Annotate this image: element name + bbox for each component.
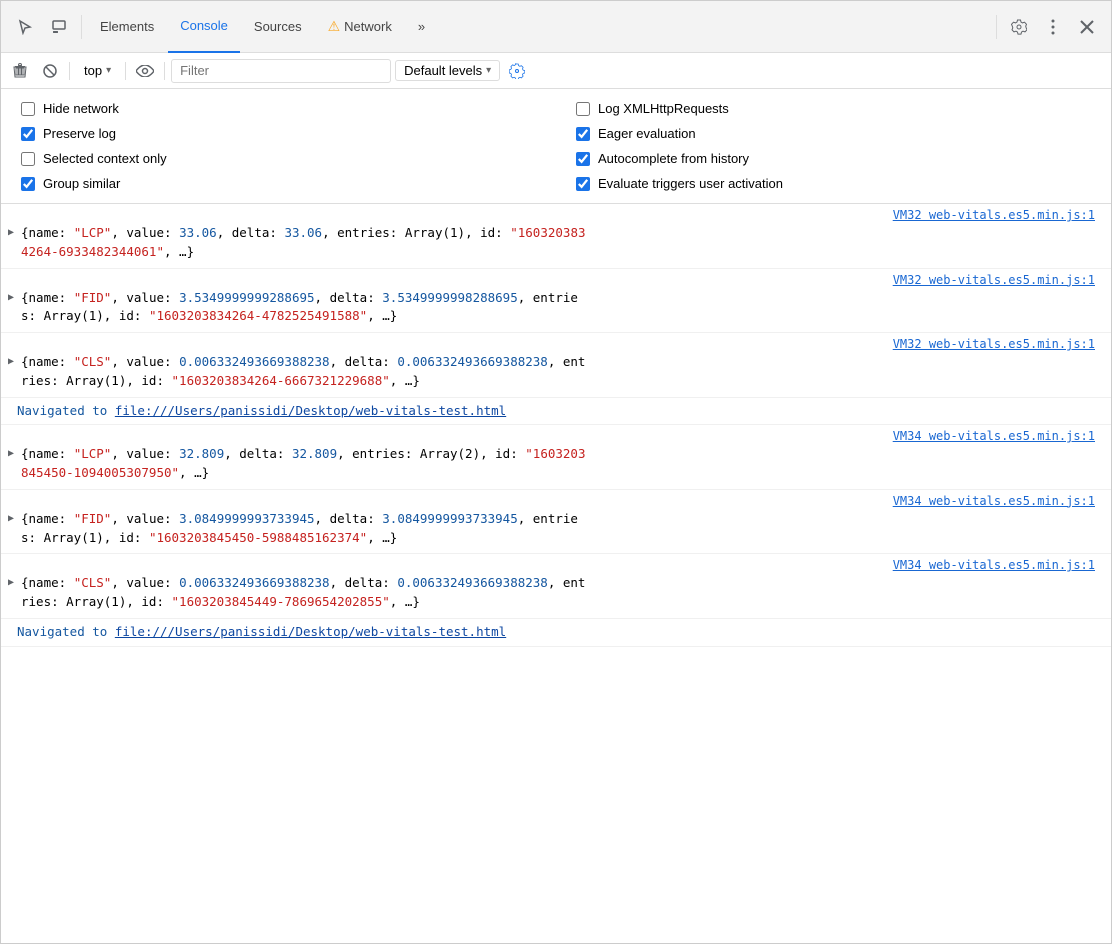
console-toolbar: top ▾ Default levels ▾: [1, 53, 1111, 89]
log-content: ▶ {name: "LCP", value: 33.06, delta: 33.…: [1, 222, 1111, 264]
navigation-entry: Navigated to file:///Users/panissidi/Des…: [1, 398, 1111, 426]
chevron-down-icon: ▾: [486, 65, 491, 76]
navigation-entry: Navigated to file:///Users/panissidi/Des…: [1, 619, 1111, 647]
devtools-tab-bar: Elements Console Sources ⚠ Network »: [1, 1, 1111, 53]
log-source[interactable]: VM34 web-vitals.es5.min.js:1: [1, 429, 1111, 443]
eager-eval-checkbox[interactable]: [576, 127, 590, 141]
setting-log-xml: Log XMLHttpRequests: [576, 101, 1091, 116]
cursor-icon[interactable]: [9, 11, 41, 43]
setting-autocomplete: Autocomplete from history: [576, 151, 1091, 166]
expand-icon[interactable]: ▶: [1, 353, 21, 369]
log-source[interactable]: VM32 web-vitals.es5.min.js:1: [1, 337, 1111, 351]
selected-context-label[interactable]: Selected context only: [43, 151, 167, 166]
log-text: {name: "CLS", value: 0.00633249366938823…: [21, 353, 1095, 391]
autocomplete-checkbox[interactable]: [576, 152, 590, 166]
log-content: ▶ {name: "FID", value: 3.084999999373394…: [1, 508, 1111, 550]
devtools-actions: [1003, 11, 1103, 43]
toolbar-divider-3: [164, 62, 165, 80]
log-xml-checkbox[interactable]: [576, 102, 590, 116]
log-source[interactable]: VM32 web-vitals.es5.min.js:1: [1, 208, 1111, 222]
expand-icon[interactable]: ▶: [1, 224, 21, 240]
group-similar-checkbox[interactable]: [21, 177, 35, 191]
clear-console-button[interactable]: [7, 58, 33, 84]
log-entry: VM32 web-vitals.es5.min.js:1 ▶ {name: "C…: [1, 333, 1111, 398]
eye-icon[interactable]: [132, 58, 158, 84]
log-content: ▶ {name: "LCP", value: 32.809, delta: 32…: [1, 443, 1111, 485]
eval-triggers-checkbox[interactable]: [576, 177, 590, 191]
navigation-url[interactable]: file:///Users/panissidi/Desktop/web-vita…: [115, 403, 506, 418]
log-text: {name: "FID", value: 3.0849999993733945,…: [21, 510, 1095, 548]
group-similar-label[interactable]: Group similar: [43, 176, 120, 191]
expand-icon[interactable]: ▶: [1, 289, 21, 305]
log-text: {name: "FID", value: 3.5349999999288695,…: [21, 289, 1095, 327]
setting-eager-eval: Eager evaluation: [576, 126, 1091, 141]
log-entry: VM34 web-vitals.es5.min.js:1 ▶ {name: "L…: [1, 425, 1111, 490]
expand-icon[interactable]: ▶: [1, 445, 21, 461]
log-text: {name: "CLS", value: 0.00633249366938823…: [21, 574, 1095, 612]
setting-selected-context: Selected context only: [21, 151, 536, 166]
tab-more[interactable]: »: [406, 1, 437, 53]
eager-eval-label[interactable]: Eager evaluation: [598, 126, 696, 141]
log-entry: VM34 web-vitals.es5.min.js:1 ▶ {name: "C…: [1, 554, 1111, 619]
log-text: {name: "LCP", value: 32.809, delta: 32.8…: [21, 445, 1095, 483]
log-text: {name: "LCP", value: 33.06, delta: 33.06…: [21, 224, 1095, 262]
log-entry: VM32 web-vitals.es5.min.js:1 ▶ {name: "F…: [1, 269, 1111, 334]
hide-network-checkbox[interactable]: [21, 102, 35, 116]
console-settings-button[interactable]: [504, 58, 530, 84]
log-source[interactable]: VM34 web-vitals.es5.min.js:1: [1, 494, 1111, 508]
hide-network-label[interactable]: Hide network: [43, 101, 119, 116]
tab-sources[interactable]: Sources: [242, 1, 314, 53]
toolbar-divider-2: [125, 62, 126, 80]
log-source[interactable]: VM34 web-vitals.es5.min.js:1: [1, 558, 1111, 572]
tab-separator-right: [996, 15, 997, 39]
log-entry: VM32 web-vitals.es5.min.js:1 ▶ {name: "L…: [1, 204, 1111, 269]
filter-input[interactable]: [171, 59, 391, 83]
expand-icon[interactable]: ▶: [1, 574, 21, 590]
log-content: ▶ {name: "CLS", value: 0.006332493669388…: [1, 351, 1111, 393]
preserve-log-label[interactable]: Preserve log: [43, 126, 116, 141]
devtools-settings-button[interactable]: [1003, 11, 1035, 43]
tab-console[interactable]: Console: [168, 1, 240, 53]
console-settings-panel: Hide network Log XMLHttpRequests Preserv…: [1, 89, 1111, 204]
block-icon[interactable]: [37, 58, 63, 84]
tab-separator: [81, 15, 82, 39]
devtools-close-button[interactable]: [1071, 11, 1103, 43]
log-xml-label[interactable]: Log XMLHttpRequests: [598, 101, 729, 116]
log-source[interactable]: VM32 web-vitals.es5.min.js:1: [1, 273, 1111, 287]
setting-group-similar: Group similar: [21, 176, 536, 191]
log-content: ▶ {name: "CLS", value: 0.006332493669388…: [1, 572, 1111, 614]
navigation-url[interactable]: file:///Users/panissidi/Desktop/web-vita…: [115, 624, 506, 639]
log-content: ▶ {name: "FID", value: 3.534999999928869…: [1, 287, 1111, 329]
eval-triggers-label[interactable]: Evaluate triggers user activation: [598, 176, 783, 191]
autocomplete-label[interactable]: Autocomplete from history: [598, 151, 749, 166]
tab-network[interactable]: ⚠ Network: [316, 1, 404, 53]
console-log-area: VM32 web-vitals.es5.min.js:1 ▶ {name: "L…: [1, 204, 1111, 647]
preserve-log-checkbox[interactable]: [21, 127, 35, 141]
inspect-icon[interactable]: [43, 11, 75, 43]
log-levels-dropdown[interactable]: Default levels ▾: [395, 60, 500, 81]
devtools-more-button[interactable]: [1037, 11, 1069, 43]
setting-hide-network: Hide network: [21, 101, 536, 116]
log-entry: VM34 web-vitals.es5.min.js:1 ▶ {name: "F…: [1, 490, 1111, 555]
toolbar-divider-1: [69, 62, 70, 80]
context-selector[interactable]: top ▾: [76, 61, 119, 80]
tab-elements[interactable]: Elements: [88, 1, 166, 53]
setting-preserve-log: Preserve log: [21, 126, 536, 141]
warning-icon: ⚠: [328, 18, 341, 35]
setting-eval-triggers: Evaluate triggers user activation: [576, 176, 1091, 191]
selected-context-checkbox[interactable]: [21, 152, 35, 166]
chevron-down-icon: ▾: [106, 65, 111, 76]
expand-icon[interactable]: ▶: [1, 510, 21, 526]
